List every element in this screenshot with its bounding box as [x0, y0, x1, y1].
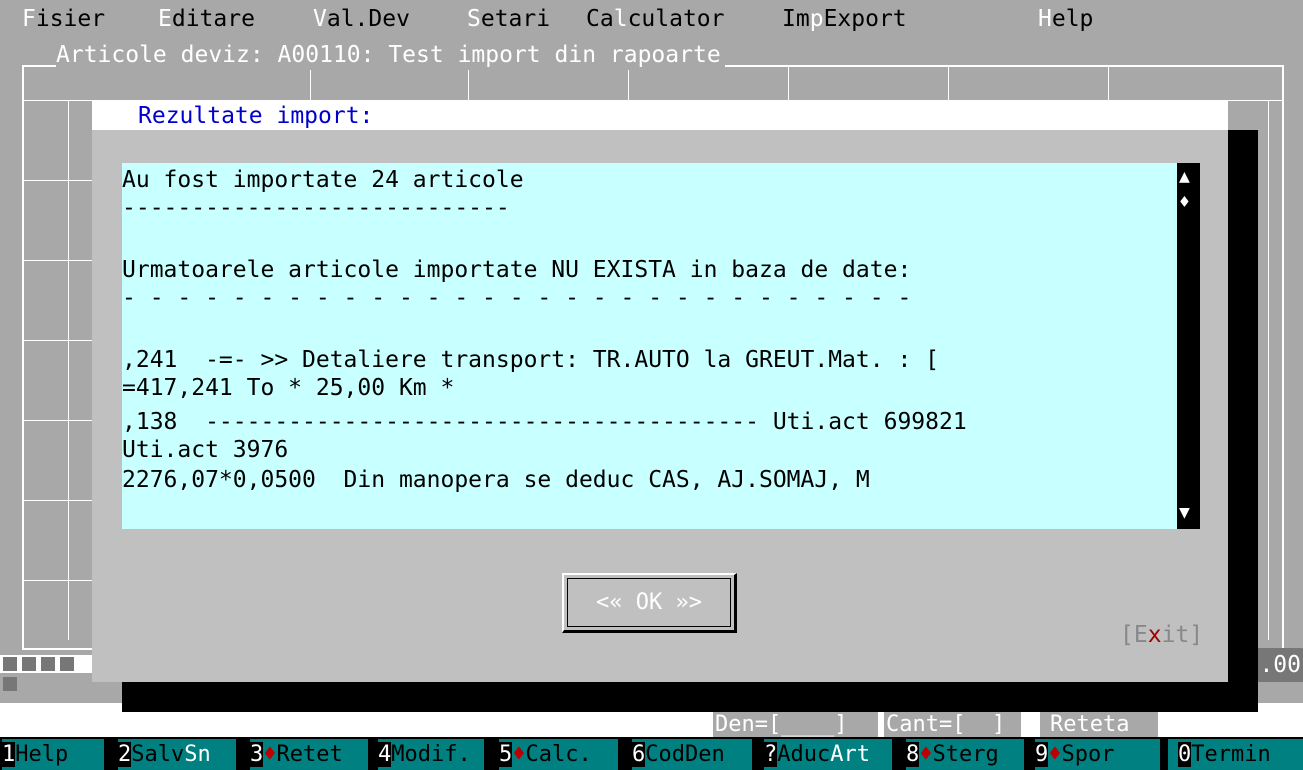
- fkey-calc[interactable]: 5♦Calc.: [499, 739, 618, 770]
- dialog-title: Rezultate import:: [138, 103, 374, 129]
- fkey-help[interactable]: 1Help: [2, 739, 104, 770]
- reteta-label: Reteta: [1040, 712, 1158, 737]
- result-line: Urmatoarele articole importate NU EXISTA…: [122, 257, 912, 283]
- den-field[interactable]: Den=[____]: [713, 712, 878, 737]
- menu-impexport[interactable]: ImpExport: [782, 4, 907, 34]
- grid-line: [310, 67, 311, 100]
- result-line: =417,241 To * 25,00 Km *: [122, 375, 455, 401]
- fkey-aducart[interactable]: ?AducArt: [764, 739, 892, 770]
- result-line: ,138 -----------------------------------…: [122, 409, 967, 435]
- dialog-shadow: [1228, 130, 1258, 682]
- result-line: ----------------------------: [122, 195, 510, 221]
- grid-line: [24, 260, 92, 261]
- result-line: Uti.act 3976: [122, 437, 289, 463]
- dialog-shadow: [122, 682, 1258, 712]
- window-title: Articole deviz: A00110: Test import din …: [56, 40, 725, 70]
- fkey-spor[interactable]: 9♦Spor: [1035, 739, 1160, 770]
- grid-line: [24, 180, 92, 181]
- menu-val-dev[interactable]: Val.Dev: [313, 4, 410, 34]
- scroll-up-icon[interactable]: ▲: [1179, 167, 1190, 187]
- result-line: - - - - - - - - - - - - - - - - - - - - …: [122, 285, 912, 311]
- fkey-sterg[interactable]: 8♦Sterg: [906, 739, 1024, 770]
- cant-field[interactable]: Cant=[ ]: [884, 712, 1021, 737]
- grid-line: [1108, 67, 1109, 100]
- grid-line: [788, 67, 789, 100]
- menu-calculator[interactable]: Calculator: [586, 4, 725, 34]
- menu-bar: Fisier Editare Val.Dev Setari Calculator…: [0, 0, 1303, 38]
- scroll-thumb-icon[interactable]: ♦: [1179, 193, 1190, 213]
- menu-setari[interactable]: Setari: [467, 4, 550, 34]
- exit-button[interactable]: [Exit]: [1120, 620, 1203, 650]
- grid-line: [24, 420, 92, 421]
- menu-help[interactable]: Help: [1038, 4, 1093, 34]
- fkey-retet[interactable]: 3♦Retet: [250, 739, 368, 770]
- grid-line: [68, 100, 69, 640]
- progress-blocks: [0, 655, 92, 691]
- menu-fisier[interactable]: Fisier: [22, 4, 105, 34]
- result-line: Au fost importate 24 articole: [122, 167, 524, 193]
- result-line: ,241 -=- >> Detaliere transport: TR.AUTO…: [122, 347, 939, 373]
- fkey-codden[interactable]: 6CodDen: [632, 739, 752, 770]
- result-line: 2276,07*0,0500 Din manopera se deduc CAS…: [122, 467, 870, 493]
- fkey-salvsn[interactable]: 2SalvSn: [118, 739, 236, 770]
- grid-line: [628, 67, 629, 100]
- scroll-down-icon[interactable]: ▼: [1179, 503, 1190, 523]
- grid-line: [948, 67, 949, 100]
- menu-editare[interactable]: Editare: [158, 4, 255, 34]
- grid-line: [1268, 100, 1269, 640]
- grid-line: [24, 580, 92, 581]
- grid-line: [24, 340, 92, 341]
- fkey-termin[interactable]: 0Termin: [1168, 739, 1303, 770]
- grid-line: [468, 67, 469, 100]
- vertical-scrollbar[interactable]: ▲ ♦ ▼: [1177, 163, 1200, 529]
- grid-line: [24, 500, 92, 501]
- fkey-modif[interactable]: 4Modif.: [378, 739, 484, 770]
- ok-button[interactable]: <« OK »>: [562, 573, 737, 633]
